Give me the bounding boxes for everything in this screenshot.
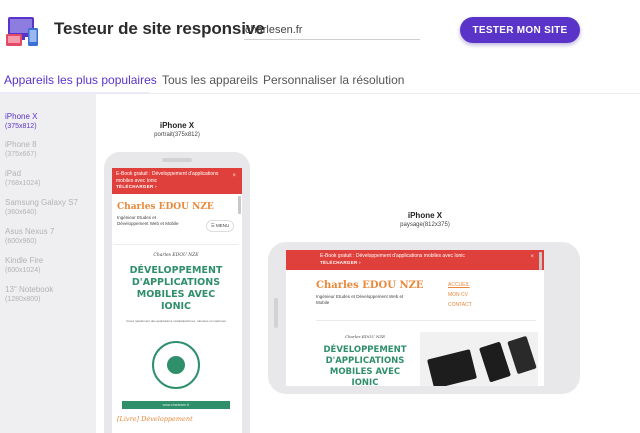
- landscape-scrollbar[interactable]: [539, 252, 542, 270]
- preview-stage: iPhone X portrait(375x812) E-Book gratui…: [96, 94, 640, 433]
- banner-close-icon[interactable]: ×: [232, 173, 236, 180]
- banner-download-link[interactable]: TÉLÉCHARGER ›: [320, 260, 540, 267]
- banner-text: E-Book gratuit : Développement d'applica…: [116, 171, 219, 184]
- device-resolution: (360x640): [5, 209, 37, 216]
- app-title: Testeur de site responsive: [54, 19, 265, 38]
- portrait-site-preview[interactable]: E-Book gratuit : Développement d'applica…: [112, 168, 242, 433]
- site-tagline: Ingénieur Etudes et Développement Web et…: [117, 215, 179, 226]
- book-author: Charles EDOU NZE: [344, 334, 386, 339]
- phone-photo-shape-2: [507, 335, 537, 375]
- nav-link-mon-cv[interactable]: MON CV: [448, 290, 472, 300]
- landscape-phone-frame: E-Book gratuit : Développement d'applica…: [268, 242, 580, 394]
- portrait-device-name: iPhone X: [159, 121, 195, 130]
- device-sidebar: iPhone X (375x812) iPhone 8 (375x667) iP…: [0, 94, 96, 433]
- tab-custom-resolution[interactable]: Personnaliser la résolution: [263, 73, 404, 87]
- tab-popular-devices[interactable]: Appareils les plus populaires: [4, 73, 157, 87]
- responsive-devices-logo-icon: [6, 17, 38, 46]
- device-name: Asus Nexus 7: [5, 227, 55, 236]
- sidebar-item-ipad[interactable]: iPad (768x1024): [5, 169, 40, 189]
- article-link[interactable]: [Livre] Développement: [117, 415, 193, 423]
- landscape-device-orientation: paysage(812x375): [400, 222, 450, 228]
- device-category-tabs: Appareils les plus populaires Tous les a…: [0, 62, 640, 94]
- tablet-photo-shape: [427, 349, 477, 386]
- portrait-scrollbar[interactable]: [238, 196, 241, 214]
- ebook-banner[interactable]: E-Book gratuit : Développement d'applica…: [286, 250, 544, 270]
- book-title: Développement d'applications mobiles ave…: [323, 345, 407, 386]
- site-nav: ACCUEIL MON CV CONTACT: [448, 280, 472, 310]
- landscape-caption: iPhone X paysage(812x375): [379, 211, 471, 229]
- hero-photo: [420, 332, 538, 386]
- book-author: Charles EDOU NZE: [153, 253, 199, 258]
- device-name: iPad: [5, 169, 22, 178]
- book-cover[interactable]: Charles EDOU NZE Développement d'applica…: [316, 334, 414, 386]
- sidebar-item-kindle-fire[interactable]: Kindle Fire (600x1024): [5, 256, 43, 276]
- portrait-caption: iPhone X portrait(375x812): [132, 121, 222, 139]
- device-name: iPhone X: [5, 112, 38, 121]
- test-site-button[interactable]: TESTER MON SITE: [460, 17, 580, 43]
- site-tagline: Ingénieur Etudes et Développement Web et…: [316, 294, 404, 305]
- phone-photo-shape: [478, 341, 512, 383]
- menu-button[interactable]: ☰ MENU: [206, 220, 234, 232]
- device-name: Samsung Galaxy S7: [5, 198, 78, 207]
- banner-close-icon[interactable]: ×: [530, 254, 534, 261]
- device-resolution: (600x960): [5, 238, 37, 245]
- sidebar-item-iphone-x[interactable]: iPhone X (375x812): [5, 112, 37, 132]
- banner-download-link[interactable]: TÉLÉCHARGER ›: [116, 184, 238, 191]
- ionic-logo-dot-icon: [167, 356, 185, 374]
- sidebar-item-asus-nexus-7[interactable]: Asus Nexus 7 (600x960): [5, 227, 54, 247]
- portrait-phone-frame: E-Book gratuit : Développement d'applica…: [104, 152, 250, 433]
- landscape-site-preview[interactable]: E-Book gratuit : Développement d'applica…: [286, 250, 544, 386]
- sidebar-item-samsung-galaxy-s7[interactable]: Samsung Galaxy S7 (360x640): [5, 198, 78, 218]
- site-name[interactable]: Charles EDOU NZE: [316, 280, 424, 291]
- portrait-device-orientation: portrait(375x812): [154, 132, 200, 138]
- phone-speaker: [274, 298, 278, 328]
- device-name: Kindle Fire: [5, 256, 44, 265]
- landscape-device-name: iPhone X: [407, 211, 443, 220]
- url-input[interactable]: [244, 20, 420, 40]
- nav-link-contact[interactable]: CONTACT: [448, 300, 472, 310]
- header: Testeur de site responsive TESTER MON SI…: [0, 0, 640, 62]
- tab-all-devices[interactable]: Tous les appareils: [162, 73, 258, 87]
- book-url-strip: www.charlesen.fr: [122, 401, 230, 409]
- nav-link-accueil[interactable]: ACCUEIL: [448, 280, 472, 290]
- phone-speaker: [162, 158, 192, 162]
- ebook-banner[interactable]: E-Book gratuit : Développement d'applica…: [112, 168, 242, 194]
- device-name: 13" Notebook: [5, 285, 54, 294]
- book-cover[interactable]: Charles EDOU NZE Développement d'applica…: [114, 244, 238, 433]
- device-resolution: (600x1024): [5, 267, 41, 274]
- device-resolution: (768x1024): [5, 180, 41, 187]
- device-resolution: (375x812): [5, 123, 37, 130]
- book-subtitle: Créez rapidement des applications multip…: [126, 319, 226, 323]
- device-name: iPhone 8: [5, 140, 37, 149]
- device-resolution: (1280x800): [5, 296, 41, 303]
- divider: [316, 320, 536, 321]
- book-title: Développement d'applications mobiles ave…: [129, 265, 223, 312]
- sidebar-item-13-notebook[interactable]: 13" Notebook (1280x800): [5, 285, 53, 305]
- site-name[interactable]: Charles EDOU NZE: [117, 202, 214, 212]
- sidebar-item-iphone-8[interactable]: iPhone 8 (375x667): [5, 140, 37, 160]
- device-resolution: (375x667): [5, 151, 37, 158]
